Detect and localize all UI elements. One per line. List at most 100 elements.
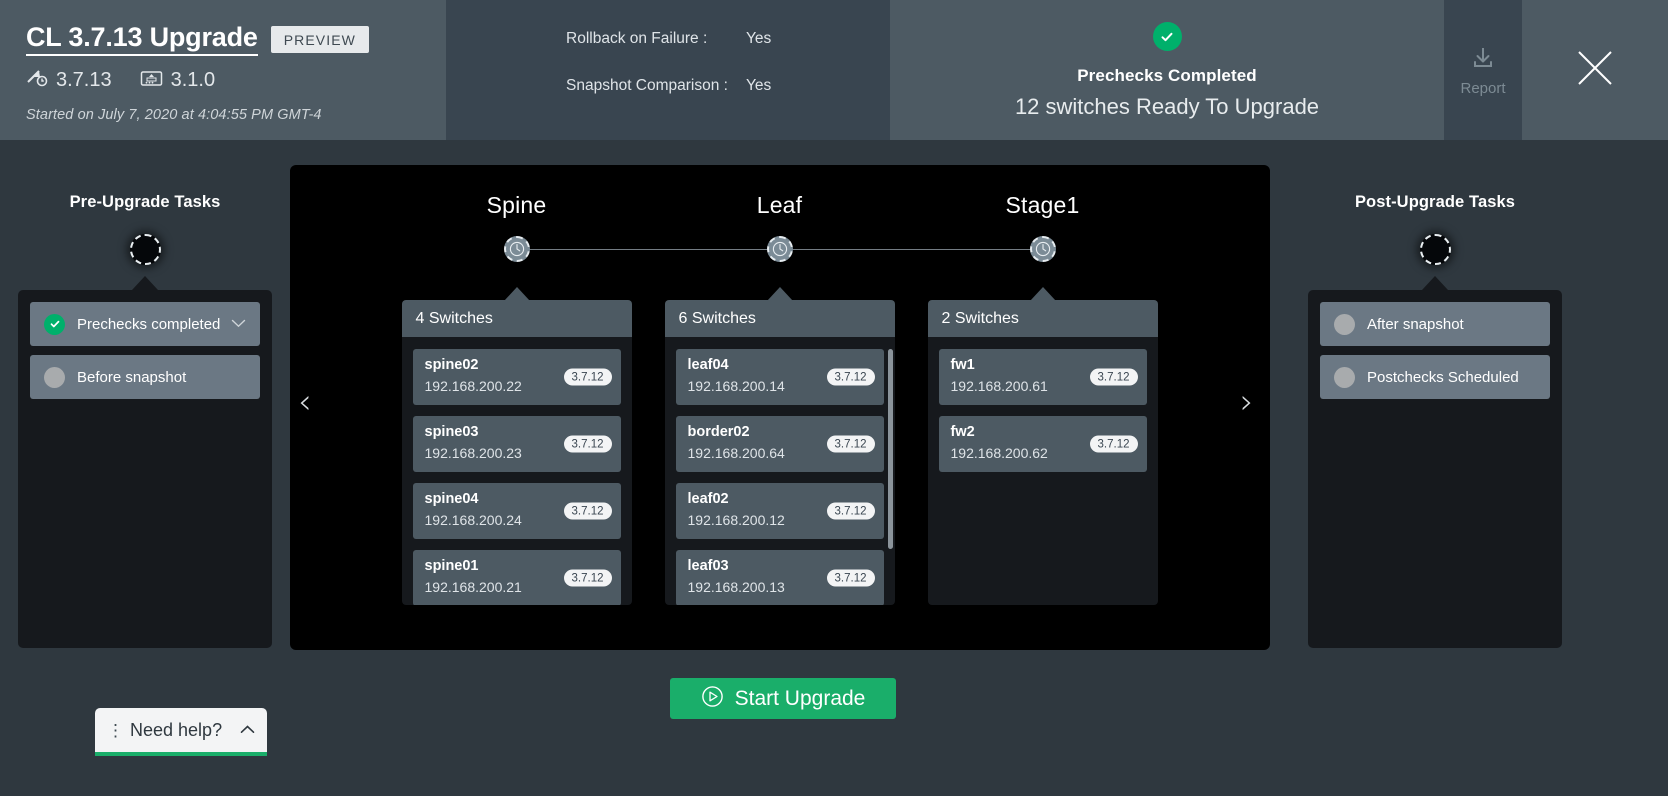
switch-card[interactable]: spine01 192.168.200.21 3.7.12 xyxy=(413,550,621,605)
switch-version-badge: 3.7.12 xyxy=(564,570,612,587)
switch-card[interactable]: leaf04 192.168.200.14 3.7.12 xyxy=(676,349,884,405)
task-item-after-snapshot[interactable]: After snapshot xyxy=(1320,302,1550,346)
switch-version-badge: 3.7.12 xyxy=(564,369,612,386)
chevron-up-icon[interactable] xyxy=(240,721,255,739)
netq-version-value: 3.1.0 xyxy=(171,69,215,92)
pre-upgrade-pointer xyxy=(132,276,158,290)
task-status-pending-icon xyxy=(1334,367,1355,388)
report-label: Report xyxy=(1460,80,1505,97)
play-icon xyxy=(701,685,724,713)
stage-columns: Spine 4 Switches spine02 xyxy=(290,165,1270,650)
switch-card[interactable]: spine03 192.168.200.23 3.7.12 xyxy=(413,416,621,472)
switch-list-scrollbar[interactable] xyxy=(888,349,893,594)
config-row-rollback: Rollback on Failure : Yes xyxy=(566,30,890,48)
stage-node-clock-icon[interactable] xyxy=(504,236,530,262)
stage-name: Stage1 xyxy=(911,192,1174,219)
start-upgrade-label: Start Upgrade xyxy=(735,687,866,711)
post-upgrade-node-icon[interactable] xyxy=(1420,234,1451,265)
netq-version-item: 3.1.0 xyxy=(140,68,215,93)
task-label: After snapshot xyxy=(1367,316,1464,333)
cl-version-value: 3.7.13 xyxy=(56,69,112,92)
stage-name: Spine xyxy=(385,192,648,219)
post-upgrade-task-list: After snapshot Postchecks Scheduled xyxy=(1308,290,1562,648)
cl-version-item: 3.7.13 xyxy=(26,68,112,93)
switch-card[interactable]: leaf03 192.168.200.13 3.7.12 xyxy=(676,550,884,605)
task-status-pending-icon xyxy=(1334,314,1355,335)
switch-list-spine[interactable]: spine02 192.168.200.22 3.7.12 spine03 19… xyxy=(402,337,632,605)
switch-card[interactable]: fw1 192.168.200.61 3.7.12 xyxy=(939,349,1147,405)
task-item-prechecks-completed[interactable]: Prechecks completed xyxy=(30,302,260,346)
switch-version-badge: 3.7.12 xyxy=(827,436,875,453)
header-status-pane: Prechecks Completed 12 switches Ready To… xyxy=(890,0,1444,140)
stage-column-stage1: Stage1 2 Switches fw1 1 xyxy=(911,165,1174,650)
netq-appliance-icon xyxy=(140,68,163,93)
stage-connector-line xyxy=(517,249,780,250)
stage-node-wrap xyxy=(385,229,648,269)
switch-list-stage1[interactable]: fw1 192.168.200.61 3.7.12 fw2 192.168.20… xyxy=(928,337,1158,605)
download-icon xyxy=(1468,43,1498,78)
report-download-button[interactable]: Report xyxy=(1444,0,1522,140)
snapshot-label: Snapshot Comparison : xyxy=(566,77,746,95)
stage-node-clock-icon[interactable] xyxy=(1030,236,1056,262)
switch-version-badge: 3.7.12 xyxy=(564,436,612,453)
stage-canvas: Spine 4 Switches spine02 xyxy=(290,165,1270,650)
switch-panel-header: 6 Switches xyxy=(665,300,895,337)
cumulus-linux-icon xyxy=(26,68,48,93)
post-upgrade-tasks-heading: Post-Upgrade Tasks xyxy=(1290,193,1580,212)
need-help-widget[interactable]: ⋮ Need help? xyxy=(95,708,267,756)
close-button[interactable] xyxy=(1522,0,1668,140)
need-help-label: Need help? xyxy=(130,720,234,741)
switch-list-leaf[interactable]: leaf04 192.168.200.14 3.7.12 border02 19… xyxy=(665,337,895,605)
started-timestamp: Started on July 7, 2020 at 4:04:55 PM GM… xyxy=(26,107,446,123)
switch-card[interactable]: spine02 192.168.200.22 3.7.12 xyxy=(413,349,621,405)
start-upgrade-button[interactable]: Start Upgrade xyxy=(670,678,896,719)
switch-card[interactable]: spine04 192.168.200.24 3.7.12 xyxy=(413,483,621,539)
stage-column-spine: Spine 4 Switches spine02 xyxy=(385,165,648,650)
switch-version-badge: 3.7.12 xyxy=(827,369,875,386)
success-check-icon xyxy=(1153,22,1182,51)
status-subtitle: 12 switches Ready To Upgrade xyxy=(1015,94,1319,120)
stage-node-clock-icon[interactable] xyxy=(767,236,793,262)
switch-count-label: 4 Switches xyxy=(416,310,493,328)
stage-pointer xyxy=(767,287,793,301)
switch-card[interactable]: fw2 192.168.200.62 3.7.12 xyxy=(939,416,1147,472)
switch-card[interactable]: border02 192.168.200.64 3.7.12 xyxy=(676,416,884,472)
title-row: CL 3.7.13 Upgrade PREVIEW xyxy=(26,22,446,56)
version-row: 3.7.13 3.1.0 xyxy=(26,68,446,93)
switch-card[interactable]: leaf02 192.168.200.12 3.7.12 xyxy=(676,483,884,539)
drag-handle-icon[interactable]: ⋮ xyxy=(107,722,124,739)
stage-prev-button[interactable]: ‹ xyxy=(298,385,312,419)
switch-version-badge: 3.7.12 xyxy=(827,503,875,520)
switch-count-label: 2 Switches xyxy=(942,310,1019,328)
stage-next-button[interactable]: › xyxy=(1240,385,1254,419)
header-config-pane: Rollback on Failure : Yes Snapshot Compa… xyxy=(446,0,890,140)
switch-version-badge: 3.7.12 xyxy=(564,503,612,520)
rollback-value: Yes xyxy=(746,30,771,48)
stage-column-leaf: Leaf 6 Switches leaf04 xyxy=(648,165,911,650)
pre-upgrade-node-icon[interactable] xyxy=(130,234,161,265)
chevron-down-icon[interactable] xyxy=(231,315,246,333)
post-upgrade-pointer xyxy=(1422,276,1448,290)
status-title: Prechecks Completed xyxy=(1077,66,1257,86)
task-item-postchecks-scheduled[interactable]: Postchecks Scheduled xyxy=(1320,355,1550,399)
post-upgrade-tasks-panel: Post-Upgrade Tasks After snapshot Postch… xyxy=(1290,140,1580,648)
task-label: Prechecks completed xyxy=(77,316,220,333)
task-item-before-snapshot[interactable]: Before snapshot xyxy=(30,355,260,399)
switch-version-badge: 3.7.12 xyxy=(1090,436,1138,453)
snapshot-value: Yes xyxy=(746,77,771,95)
header-title-pane: CL 3.7.13 Upgrade PREVIEW 3.7.13 xyxy=(0,0,446,140)
close-icon xyxy=(1574,47,1616,94)
switch-panel-header: 4 Switches xyxy=(402,300,632,337)
pre-upgrade-tasks-panel: Pre-Upgrade Tasks Prechecks completed xyxy=(0,140,290,648)
task-label: Postchecks Scheduled xyxy=(1367,369,1519,386)
app-header: CL 3.7.13 Upgrade PREVIEW 3.7.13 xyxy=(0,0,1668,140)
upgrade-workflow-body: Pre-Upgrade Tasks Prechecks completed xyxy=(0,140,1668,796)
task-status-pending-icon xyxy=(44,367,65,388)
switch-count-label: 6 Switches xyxy=(679,310,756,328)
switch-panel-header: 2 Switches xyxy=(928,300,1158,337)
rollback-label: Rollback on Failure : xyxy=(566,30,746,48)
scrollbar-thumb[interactable] xyxy=(888,349,893,549)
task-label: Before snapshot xyxy=(77,369,186,386)
pre-upgrade-task-list: Prechecks completed Before snapshot xyxy=(18,290,272,648)
switch-version-badge: 3.7.12 xyxy=(1090,369,1138,386)
